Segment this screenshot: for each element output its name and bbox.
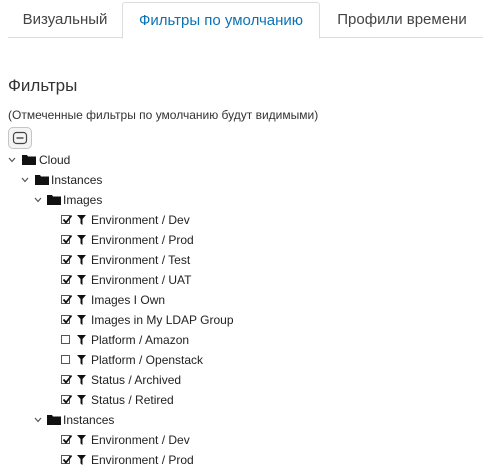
filter-item[interactable]: Environment / Test — [0, 250, 260, 270]
filter-item[interactable]: Status / Retired — [0, 390, 260, 410]
filter-label: Platform / Openstack — [91, 353, 204, 367]
funnel-icon — [77, 255, 86, 265]
filter-item[interactable]: Platform / Amazon — [0, 330, 260, 350]
checkmark-icon — [62, 394, 73, 404]
filter-item[interactable]: Environment / Dev — [0, 210, 260, 230]
funnel-icon — [77, 315, 86, 325]
filter-checkbox[interactable] — [61, 234, 73, 244]
filter-label: Environment / Dev — [91, 213, 190, 227]
tree-node-instances[interactable]: Instances — [0, 170, 200, 190]
collapse-icon — [12, 131, 28, 145]
filter-label: Images in My LDAP Group — [91, 313, 234, 327]
filter-label: Environment / Prod — [91, 233, 194, 247]
filter-checkbox[interactable] — [61, 254, 73, 264]
filter-checkbox[interactable] — [61, 394, 73, 404]
funnel-icon — [77, 335, 86, 345]
checkmark-icon — [62, 454, 73, 464]
filter-checkbox[interactable] — [61, 294, 73, 304]
filter-item[interactable]: Images in My LDAP Group — [0, 310, 260, 330]
section-title: Фильтры — [8, 76, 78, 95]
funnel-icon — [77, 375, 86, 385]
funnel-icon — [77, 235, 86, 245]
tree-node-label: Instances — [63, 413, 115, 427]
filter-checkbox[interactable] — [61, 374, 73, 384]
checkmark-icon — [62, 434, 73, 444]
tree-node-images[interactable]: Images — [0, 190, 200, 210]
filter-checkbox[interactable] — [61, 454, 73, 464]
folder-icon — [47, 195, 61, 205]
funnel-icon — [77, 215, 86, 225]
chevron-down-icon[interactable] — [21, 176, 29, 184]
funnel-icon — [77, 275, 86, 285]
tree-node-cloud[interactable]: Cloud — [0, 150, 200, 170]
filter-label: Status / Retired — [91, 393, 174, 407]
filter-checkbox[interactable] — [61, 274, 73, 284]
filter-checkbox[interactable] — [61, 434, 73, 444]
checkmark-icon — [62, 294, 73, 304]
chevron-down-icon[interactable] — [34, 196, 42, 204]
filter-item[interactable]: Environment / Prod — [0, 230, 260, 250]
filter-checkbox[interactable] — [61, 355, 70, 364]
folder-icon — [22, 155, 36, 165]
checkmark-icon — [62, 274, 73, 284]
filter-checkbox[interactable] — [61, 214, 73, 224]
tree-node-label: Cloud — [39, 153, 71, 167]
funnel-icon — [77, 355, 86, 365]
filter-label: Platform / Amazon — [91, 333, 190, 347]
funnel-icon — [77, 455, 86, 465]
checkmark-icon — [62, 234, 73, 244]
funnel-icon — [77, 395, 86, 405]
tab-time-profiles[interactable]: Профили времени — [322, 2, 482, 37]
filter-item[interactable]: Environment / Dev — [0, 430, 260, 450]
tree-node-label: Instances — [51, 173, 103, 187]
filter-item[interactable]: Environment / Prod — [0, 450, 260, 470]
funnel-icon — [77, 295, 86, 305]
tree-node-instances-2[interactable]: Instances — [0, 410, 200, 430]
chevron-down-icon[interactable] — [34, 416, 42, 424]
filter-item[interactable]: Status / Archived — [0, 370, 260, 390]
tab-visual[interactable]: Визуальный — [10, 2, 120, 37]
filter-label: Environment / UAT — [91, 273, 192, 287]
tree-node-label: Images — [63, 193, 103, 207]
chevron-down-icon[interactable] — [8, 156, 16, 164]
section-hint: (Отмеченные фильтры по умолчанию будут в… — [8, 108, 319, 122]
filter-label: Environment / Test — [91, 253, 191, 267]
checkmark-icon — [62, 374, 73, 384]
checkmark-icon — [62, 214, 73, 224]
filter-item[interactable]: Images I Own — [0, 290, 260, 310]
checkmark-icon — [62, 314, 73, 324]
filter-label: Status / Archived — [91, 373, 182, 387]
folder-icon — [35, 175, 49, 185]
tab-bar: Визуальный Фильтры по умолчанию Профили … — [0, 0, 491, 39]
checkmark-icon — [62, 254, 73, 264]
filter-item[interactable]: Environment / UAT — [0, 270, 260, 290]
folder-icon — [47, 415, 61, 425]
filter-checkbox[interactable] — [61, 314, 73, 324]
filter-label: Environment / Prod — [91, 453, 194, 467]
funnel-icon — [77, 435, 86, 445]
filter-checkbox[interactable] — [61, 335, 70, 344]
filter-label: Environment / Dev — [91, 433, 190, 447]
collapse-all-button[interactable] — [8, 127, 32, 149]
filter-item[interactable]: Platform / Openstack — [0, 350, 260, 370]
filter-label: Images I Own — [91, 293, 166, 307]
tab-default-filters[interactable]: Фильтры по умолчанию — [122, 2, 320, 39]
